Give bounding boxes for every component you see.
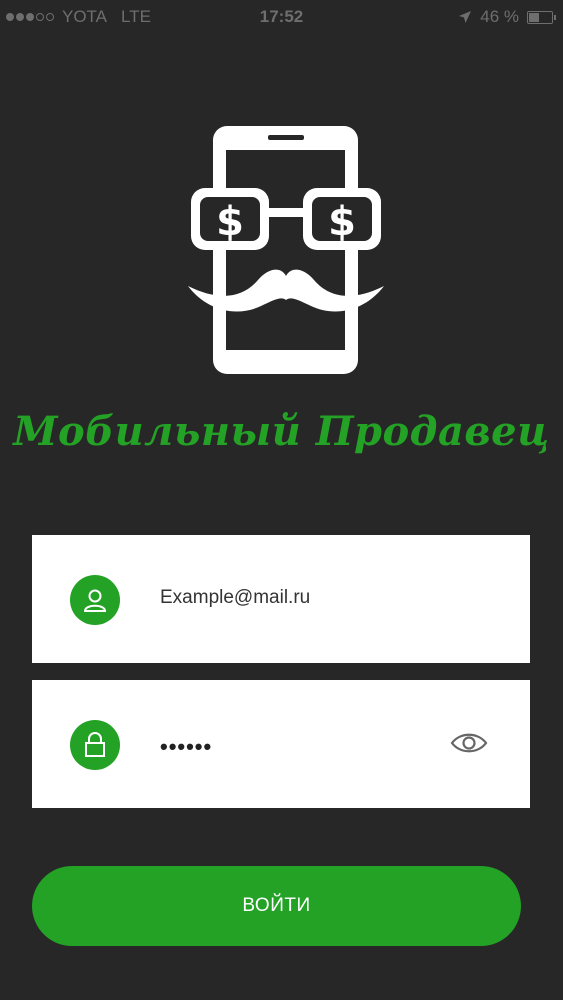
login-button[interactable]: ВОЙТИ <box>32 866 521 946</box>
svg-text:$: $ <box>216 199 244 245</box>
battery-icon <box>527 10 556 24</box>
svg-text:$: $ <box>328 199 356 245</box>
status-bar: YOTA LTE 17:52 46 % <box>0 0 563 34</box>
password-value[interactable]: •••••• <box>160 734 212 760</box>
location-arrow-icon <box>459 11 472 23</box>
email-value[interactable]: Example@mail.ru <box>160 587 310 609</box>
email-field[interactable]: Example@mail.ru <box>32 535 530 663</box>
app-title: Мобильный Продавец <box>13 408 550 455</box>
status-right: 46 % <box>458 7 556 27</box>
phone-glasses-mustache-logo: $ $ <box>188 126 384 374</box>
battery-percent: 46 % <box>480 7 519 26</box>
password-field[interactable]: •••••• <box>32 680 530 808</box>
eye-icon[interactable] <box>450 730 488 756</box>
lock-icon <box>70 720 120 770</box>
user-icon <box>70 575 120 625</box>
